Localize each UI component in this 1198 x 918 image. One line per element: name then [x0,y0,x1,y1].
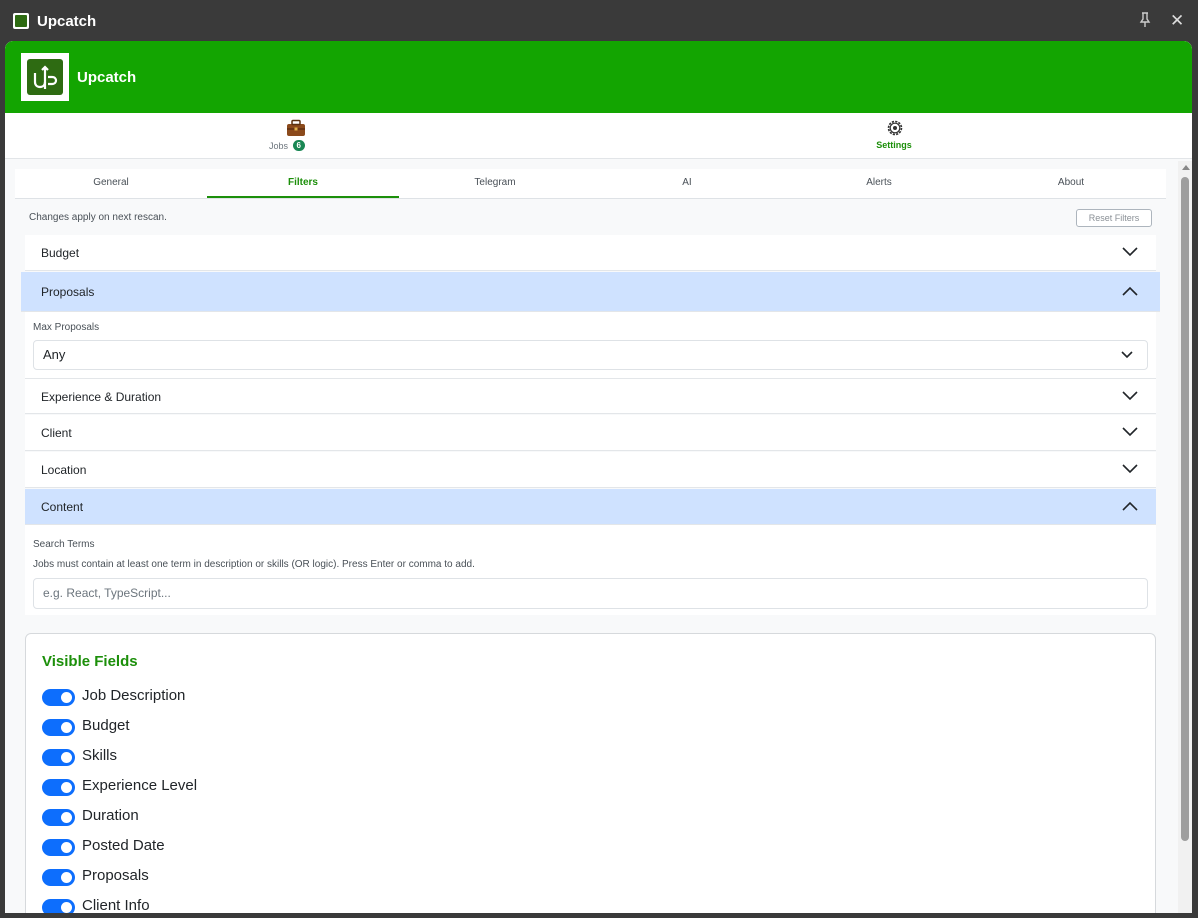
gear-icon [887,120,903,136]
section-proposals-body: Max Proposals Any [25,312,1156,378]
toggle-label: Proposals [82,867,149,884]
main-nav: Jobs 6 Settings [5,113,1192,159]
toggle-label: Client Info [82,897,150,913]
nav-settings-label: Settings [876,140,912,150]
toggle-switch[interactable] [42,719,75,736]
rescan-note: Changes apply on next rescan. [29,212,167,223]
reset-filters-button[interactable]: Reset Filters [1076,209,1152,227]
toggle-label: Skills [82,747,118,764]
toggle-switch[interactable] [42,809,75,826]
section-budget-header[interactable]: Budget [25,235,1156,271]
brand-name: Upcatch [77,69,137,86]
toggle-label: Duration [82,807,139,824]
window-title: Upcatch [37,13,97,30]
nav-settings[interactable]: Settings [794,113,994,159]
visible-fields-card: Visible Fields Job Description Budget Sk… [25,633,1156,913]
upcatch-logo [21,53,69,101]
section-client-header[interactable]: Client [25,415,1156,451]
max-proposals-value: Any [43,347,66,362]
tab-general[interactable]: General [15,169,207,198]
nav-jobs[interactable]: Jobs 6 [195,113,395,159]
section-location-header[interactable]: Location [25,452,1156,488]
chevron-up-icon [1122,286,1138,296]
tab-filters[interactable]: Filters [207,169,399,198]
toggle-switch[interactable] [42,689,75,706]
section-budget-title: Budget [41,246,80,260]
nav-jobs-label: Jobs [269,141,289,151]
close-icon[interactable]: ✕ [1170,11,1184,31]
app-window: Upcatch Jobs 6 Settings General Filters … [5,41,1192,913]
section-content-body: Search Terms Jobs must contain at least … [25,525,1156,615]
scrollbar-thumb[interactable] [1181,177,1189,841]
search-terms-placeholder: e.g. React, TypeScript... [43,586,171,600]
toggle-switch[interactable] [42,899,75,913]
settings-tabs: General Filters Telegram AI Alerts About [15,169,1166,199]
toggle-switch[interactable] [42,869,75,886]
chevron-down-icon [1122,464,1138,474]
toggle-switch[interactable] [42,749,75,766]
chevron-down-icon [1122,427,1138,437]
pin-icon[interactable] [1138,12,1152,28]
tab-about[interactable]: About [975,169,1167,198]
section-content-header[interactable]: Content [25,489,1156,525]
chevron-down-icon [1122,391,1138,401]
scroll-up-arrow-icon[interactable] [1182,165,1190,170]
tab-ai[interactable]: AI [591,169,783,198]
search-terms-help: Jobs must contain at least one term in d… [33,559,475,570]
section-experience-title: Experience & Duration [41,390,162,404]
toggle-label: Experience Level [82,777,198,794]
chevron-up-icon [1122,501,1138,511]
section-client-title: Client [41,426,72,440]
toggle-label: Job Description [82,687,186,704]
tab-alerts[interactable]: Alerts [783,169,975,198]
section-proposals-title: Proposals [41,285,95,299]
chevron-down-icon [1122,247,1138,257]
search-terms-label: Search Terms [33,539,95,550]
visible-fields-title: Visible Fields [42,653,138,670]
chevron-down-icon [1121,351,1133,359]
app-header: Upcatch [5,41,1192,113]
toggle-switch[interactable] [42,779,75,796]
max-proposals-select[interactable]: Any [33,340,1148,370]
briefcase-icon [287,119,305,136]
section-content-title: Content [41,500,84,514]
max-proposals-label: Max Proposals [33,322,100,333]
jobs-count-badge: 6 [292,140,305,151]
toggle-label: Budget [82,717,130,734]
section-experience-header[interactable]: Experience & Duration [25,378,1156,414]
section-location-title: Location [41,463,87,477]
window-titlebar: Upcatch ✕ [0,0,1198,41]
search-terms-input[interactable]: e.g. React, TypeScript... [33,578,1148,609]
toggle-label: Posted Date [82,837,165,854]
toggle-switch[interactable] [42,839,75,856]
section-proposals-header[interactable]: Proposals [21,272,1160,312]
tab-telegram[interactable]: Telegram [399,169,591,198]
scrollbar[interactable] [1178,161,1192,913]
app-icon [13,13,29,29]
